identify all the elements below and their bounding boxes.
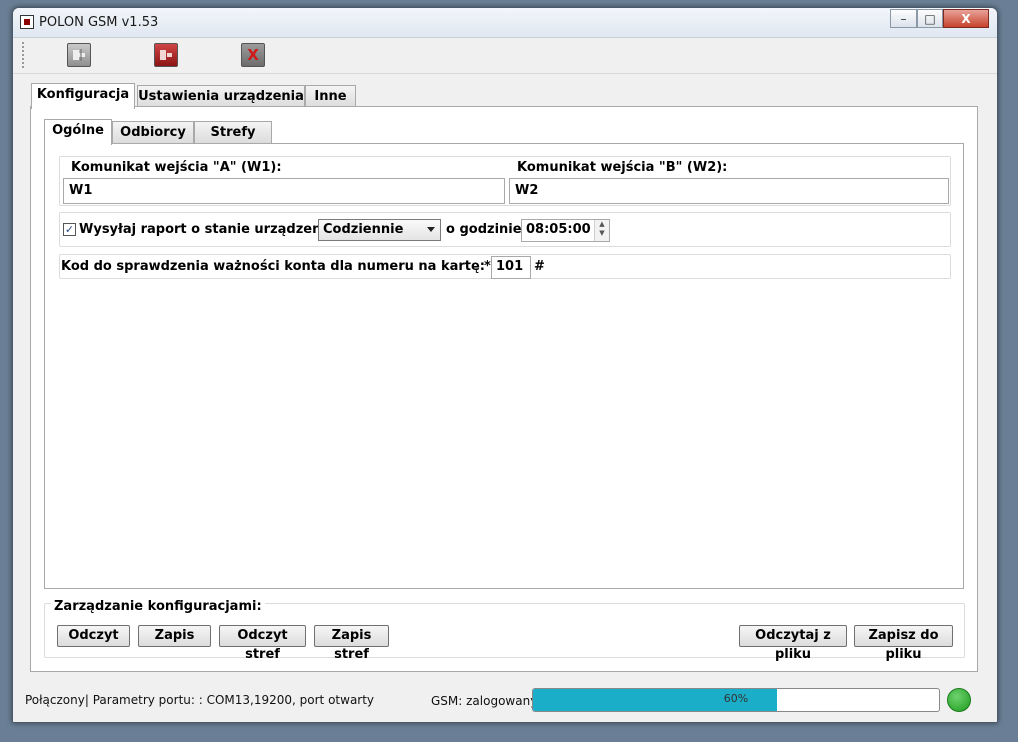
toolbar: X <box>13 38 997 74</box>
message-a-label: Komunikat wejścia "A" (W1): <box>68 160 285 175</box>
tab-ustawienia-urzadzenia[interactable]: Ustawienia urządzenia <box>137 85 305 107</box>
disconnect-button[interactable] <box>154 43 178 67</box>
app-window: POLON GSM v1.53 – □ X X Konfiguracja Ust… <box>12 7 998 723</box>
spin-down-icon[interactable]: ▼ <box>595 229 609 238</box>
connect-plug-icon <box>73 49 85 61</box>
ogolne-panel: Komunikat wejścia "A" (W1): W1 Komunikat… <box>44 143 964 589</box>
spin-up-icon[interactable]: ▲ <box>595 220 609 229</box>
write-file-button[interactable]: Zapisz do pliku <box>854 625 953 662</box>
read-button[interactable]: Odczyt <box>57 625 130 647</box>
progress-label: 60% <box>723 692 749 705</box>
report-group: ✓ Wysyłaj raport o stanie urządzenia. Co… <box>59 212 951 247</box>
report-frequency-select[interactable]: Codziennie <box>318 219 441 241</box>
config-management-group: Zarządzanie konfiguracjami: Odczyt Zapis… <box>44 599 965 662</box>
disconnect-plug-icon <box>160 50 172 60</box>
read-zones-button[interactable]: Odczyt stref <box>219 625 306 662</box>
code-group: Kod do sprawdzenia ważności konta dla nu… <box>59 254 951 279</box>
connect-button[interactable] <box>67 43 91 67</box>
report-time-input[interactable]: 08:05:00 ▲ ▼ <box>521 219 610 242</box>
konfiguracja-panel: Ogólne Odbiorcy Strefy Komunikat wejścia… <box>30 106 978 672</box>
toolbar-grip[interactable] <box>22 42 25 68</box>
message-b-input[interactable]: W2 <box>509 178 949 204</box>
write-zones-button[interactable]: Zapis stref <box>314 625 389 662</box>
status-bar: Połączony| Parametry portu: : COM13,1920… <box>13 680 997 722</box>
message-a-input[interactable]: W1 <box>63 178 505 204</box>
close-x-icon: X <box>247 46 259 64</box>
connection-status: Połączony| Parametry portu: : COM13,1920… <box>25 693 375 707</box>
maximize-button[interactable]: □ <box>917 9 943 28</box>
code-suffix: # <box>534 259 545 274</box>
code-prefix: * <box>484 259 491 274</box>
report-time-value: 08:05:00 <box>526 222 591 237</box>
tab-odbiorcy[interactable]: Odbiorcy <box>112 121 194 143</box>
message-b-label: Komunikat wejścia "B" (W2): <box>514 160 731 175</box>
report-frequency-value: Codziennie <box>323 222 404 237</box>
title-bar[interactable]: POLON GSM v1.53 – □ X <box>13 8 997 38</box>
config-management-label: Zarządzanie konfiguracjami: <box>51 599 265 614</box>
report-label: Wysyłaj raport o stanie urządzenia. <box>79 222 340 237</box>
tab-ogolne[interactable]: Ogólne <box>44 119 112 145</box>
chevron-down-icon <box>427 227 435 232</box>
exit-button[interactable]: X <box>241 43 265 67</box>
report-time-label: o godzinie: <box>446 222 527 237</box>
messages-group: Komunikat wejścia "A" (W1): W1 Komunikat… <box>59 156 951 206</box>
gsm-status: GSM: zalogowany <box>431 694 538 708</box>
tab-strefy[interactable]: Strefy <box>194 121 272 143</box>
minimize-button[interactable]: – <box>890 9 917 28</box>
app-icon <box>20 15 34 29</box>
read-file-button[interactable]: Odczytaj z pliku <box>739 625 847 662</box>
report-checkbox[interactable]: ✓ <box>63 223 76 236</box>
connection-led-icon <box>947 688 971 712</box>
close-window-button[interactable]: X <box>943 9 989 28</box>
tab-inne[interactable]: Inne <box>305 85 356 107</box>
write-button[interactable]: Zapis <box>138 625 211 647</box>
time-spin-buttons[interactable]: ▲ ▼ <box>594 220 609 241</box>
progress-bar: 60% <box>532 688 940 712</box>
window-title: POLON GSM v1.53 <box>39 15 159 30</box>
tab-konfiguracja[interactable]: Konfiguracja <box>31 83 135 109</box>
code-label: Kod do sprawdzenia ważności konta dla nu… <box>61 259 485 274</box>
code-input[interactable]: 101 <box>491 256 531 279</box>
